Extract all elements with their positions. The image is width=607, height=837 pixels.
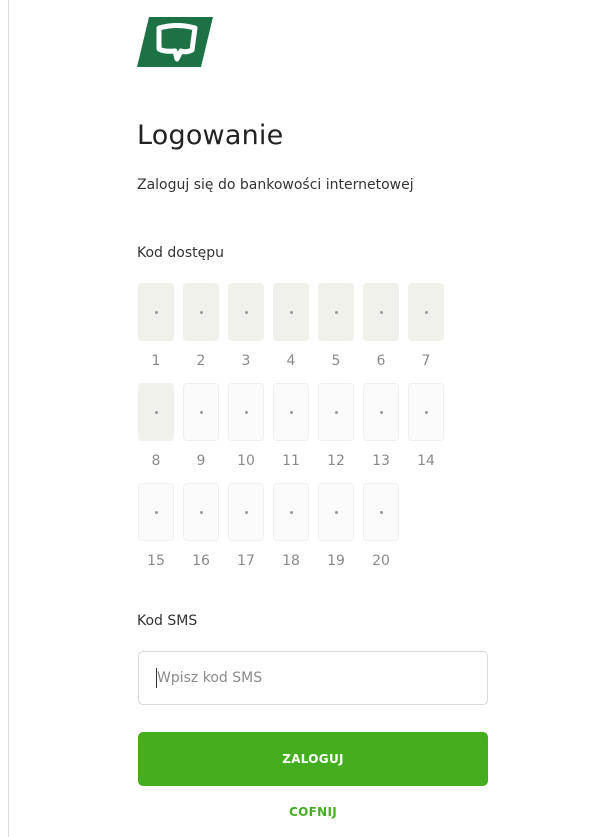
access-code-index: 7 bbox=[421, 353, 431, 369]
access-code-cell-11[interactable] bbox=[273, 383, 309, 441]
mask-dot bbox=[245, 311, 248, 314]
page-title: Logowanie bbox=[137, 120, 284, 151]
access-code-index: 3 bbox=[241, 353, 251, 369]
access-code-cell-16[interactable] bbox=[183, 483, 219, 541]
access-code-index: 19 bbox=[327, 553, 345, 569]
access-code-index: 13 bbox=[372, 453, 390, 469]
mask-dot bbox=[155, 411, 158, 414]
mask-dot bbox=[335, 511, 338, 514]
access-code-index: 8 bbox=[151, 453, 161, 469]
access-code-cell-13[interactable] bbox=[363, 383, 399, 441]
access-code-cell-20[interactable] bbox=[363, 483, 399, 541]
bank-logo-icon bbox=[137, 17, 213, 67]
text-cursor bbox=[156, 668, 157, 688]
access-code-cell-2[interactable] bbox=[183, 283, 219, 341]
mask-dot bbox=[200, 411, 203, 414]
mask-dot bbox=[290, 411, 293, 414]
access-code-index: 16 bbox=[192, 553, 210, 569]
access-code-index: 18 bbox=[282, 553, 300, 569]
access-code-index: 2 bbox=[196, 353, 206, 369]
login-button[interactable]: ZALOGUJ bbox=[138, 732, 488, 786]
access-code-index: 15 bbox=[147, 553, 165, 569]
mask-dot bbox=[155, 511, 158, 514]
sms-code-label: Kod SMS bbox=[137, 613, 198, 629]
access-code-index: 1 bbox=[151, 353, 161, 369]
mask-dot bbox=[425, 311, 428, 314]
access-code-cell-12[interactable] bbox=[318, 383, 354, 441]
mask-dot bbox=[380, 311, 383, 314]
access-code-index: 20 bbox=[372, 553, 390, 569]
access-code-index: 11 bbox=[282, 453, 300, 469]
mask-dot bbox=[290, 311, 293, 314]
access-code-index: 5 bbox=[331, 353, 341, 369]
left-divider bbox=[8, 0, 9, 837]
access-code-cell-7[interactable] bbox=[408, 283, 444, 341]
access-code-cell-3[interactable] bbox=[228, 283, 264, 341]
access-code-index: 10 bbox=[237, 453, 255, 469]
mask-dot bbox=[155, 311, 158, 314]
back-link[interactable]: COFNIJ bbox=[138, 805, 488, 819]
mask-dot bbox=[200, 311, 203, 314]
mask-dot bbox=[335, 311, 338, 314]
page-subtitle: Zaloguj się do bankowości internetowej bbox=[137, 177, 414, 193]
access-code-cell-4[interactable] bbox=[273, 283, 309, 341]
mask-dot bbox=[290, 511, 293, 514]
mask-dot bbox=[380, 411, 383, 414]
mask-dot bbox=[425, 411, 428, 414]
access-code-label: Kod dostępu bbox=[137, 245, 224, 261]
access-code-cell-17[interactable] bbox=[228, 483, 264, 541]
access-code-cell-1[interactable] bbox=[138, 283, 174, 341]
access-code-cell-15[interactable] bbox=[138, 483, 174, 541]
access-code-cell-19[interactable] bbox=[318, 483, 354, 541]
access-code-index: 9 bbox=[196, 453, 206, 469]
mask-dot bbox=[380, 511, 383, 514]
mask-dot bbox=[335, 411, 338, 414]
mask-dot bbox=[245, 511, 248, 514]
access-code-cell-6[interactable] bbox=[363, 283, 399, 341]
access-code-cell-18[interactable] bbox=[273, 483, 309, 541]
access-code-cell-9[interactable] bbox=[183, 383, 219, 441]
login-page: Logowanie Zaloguj się do bankowości inte… bbox=[0, 0, 607, 837]
sms-code-input[interactable] bbox=[138, 651, 488, 705]
access-code-index: 6 bbox=[376, 353, 386, 369]
access-code-index: 17 bbox=[237, 553, 255, 569]
access-code-cell-8[interactable] bbox=[138, 383, 174, 441]
access-code-index: 12 bbox=[327, 453, 345, 469]
access-code-index: 14 bbox=[417, 453, 435, 469]
access-code-cell-14[interactable] bbox=[408, 383, 444, 441]
mask-dot bbox=[200, 511, 203, 514]
access-code-cell-5[interactable] bbox=[318, 283, 354, 341]
access-code-index: 4 bbox=[286, 353, 296, 369]
mask-dot bbox=[245, 411, 248, 414]
access-code-cell-10[interactable] bbox=[228, 383, 264, 441]
